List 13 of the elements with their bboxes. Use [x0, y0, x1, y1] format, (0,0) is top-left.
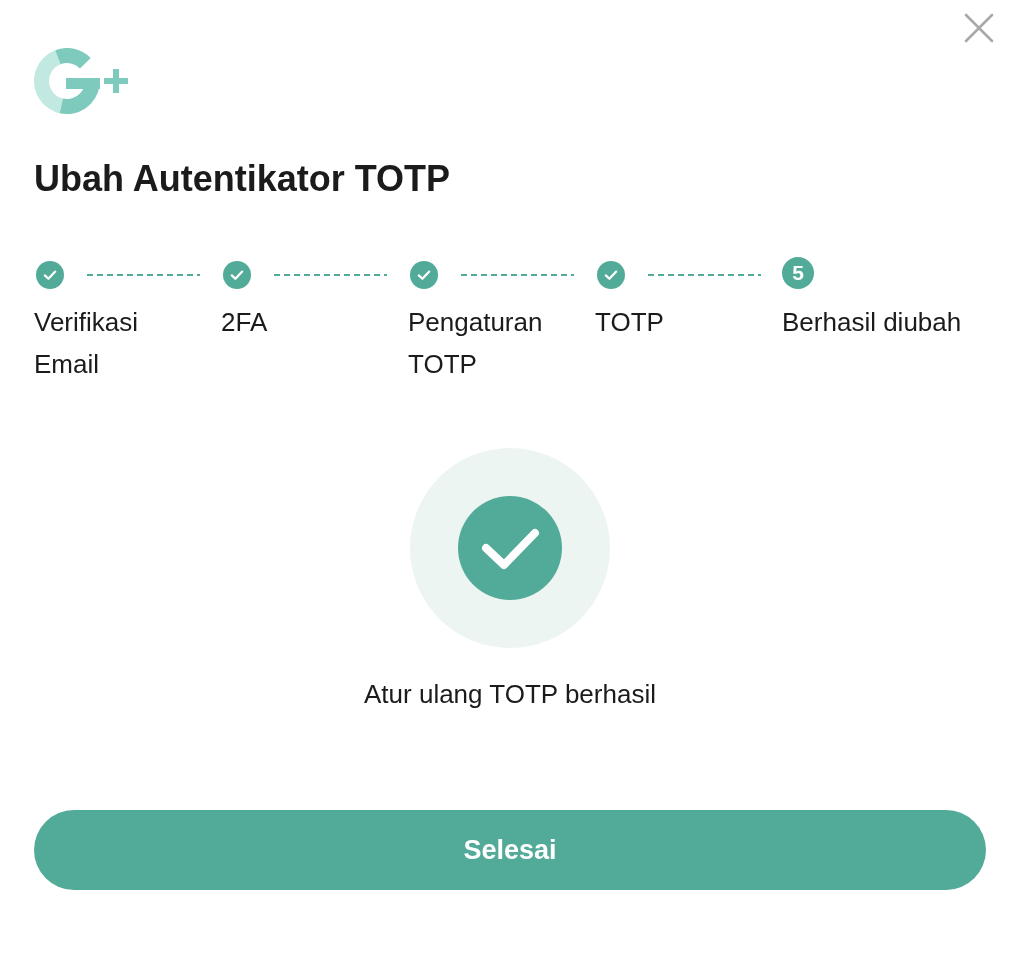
success-message: Atur ulang TOTP berhasil [364, 678, 656, 711]
close-icon [964, 13, 994, 43]
step-number: 5 [782, 257, 814, 289]
g-plus-logo-icon [34, 48, 128, 114]
step-label: TOTP [595, 306, 665, 339]
step-label: Berhasil diubah [782, 306, 963, 339]
close-button[interactable] [964, 13, 994, 43]
step-label: Verifikasi Email [34, 306, 140, 381]
step-label: 2FA [221, 306, 269, 339]
step-label: Pengaturan TOTP [408, 306, 544, 381]
dialog-title: Ubah Autentikator TOTP [34, 158, 452, 199]
finish-button[interactable]: Selesai [34, 810, 986, 890]
success-check-icon [410, 448, 610, 648]
